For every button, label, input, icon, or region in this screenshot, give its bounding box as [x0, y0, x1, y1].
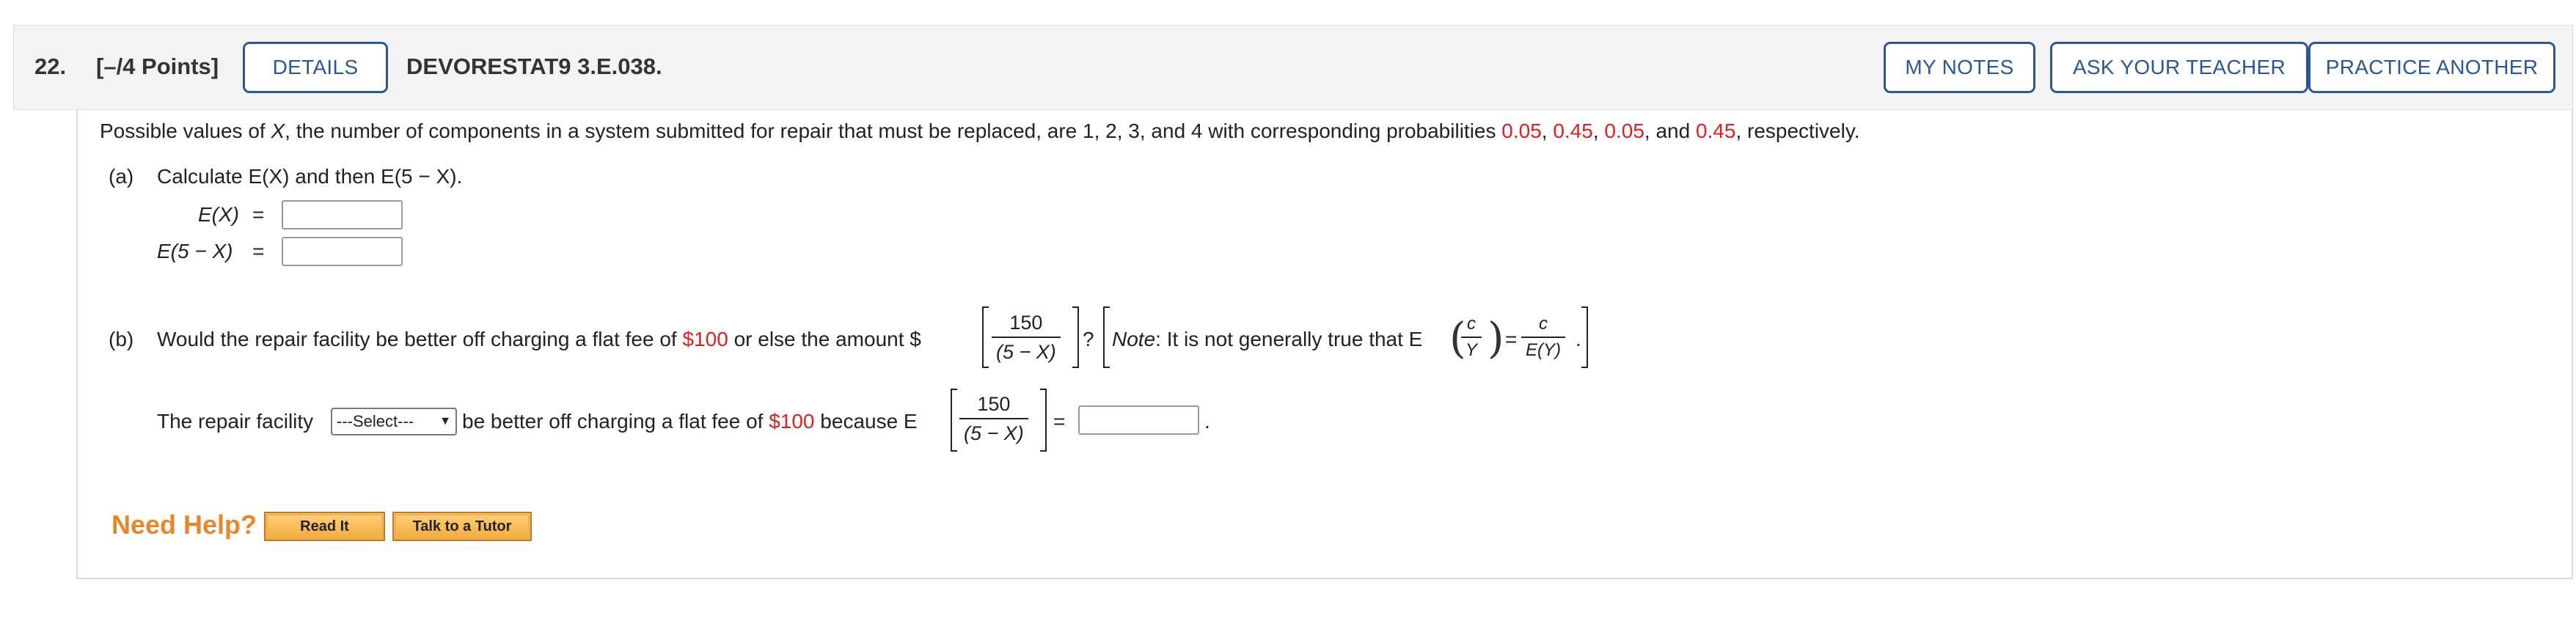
- note-fraction: c Y: [1461, 314, 1482, 361]
- note-left-bracket: [1103, 306, 1110, 368]
- note-right-bracket: [1581, 306, 1588, 368]
- answer-text-2: be better off charging a flat fee of $10…: [462, 409, 918, 434]
- note-rhs-denominator: E(Y): [1526, 340, 1561, 360]
- probability-2: 0.45: [1553, 120, 1593, 142]
- note-denominator: Y: [1466, 340, 1478, 360]
- fraction-bar: [992, 337, 1061, 338]
- note-body: : It is not generally true that E: [1155, 328, 1423, 350]
- note-period: .: [1576, 328, 1581, 350]
- e5x-equals: =: [252, 240, 265, 262]
- chevron-down-icon: ▼: [439, 415, 451, 427]
- note-close-paren: ): [1488, 313, 1504, 363]
- note-equals: =: [1505, 328, 1518, 350]
- note-fraction-bar: [1461, 337, 1482, 338]
- intro-part-2: , the number of components in a system s…: [285, 120, 1502, 142]
- intro-part-1: Possible values of: [100, 120, 271, 142]
- note-rhs-fraction: c E(Y): [1521, 314, 1565, 361]
- read-it-button[interactable]: Read It: [264, 512, 385, 541]
- question-points: [–/4 Points]: [96, 54, 219, 79]
- right-bracket: [1072, 306, 1079, 368]
- better-off-select[interactable]: ---Select--- ▼: [331, 408, 457, 436]
- need-help-label: Need Help?: [111, 510, 257, 540]
- sep-1: ,: [1541, 120, 1554, 142]
- ex-input[interactable]: [282, 200, 403, 229]
- answer-numerator: 150: [977, 393, 1011, 415]
- intro-text: Possible values of X, the number of comp…: [100, 119, 1860, 144]
- answer-part-3: because E: [814, 410, 918, 433]
- e5x-input[interactable]: [282, 237, 403, 266]
- ex-equals: =: [252, 203, 265, 226]
- talk-to-tutor-button[interactable]: Talk to a Tutor: [392, 512, 532, 541]
- practice-another-button[interactable]: PRACTICE ANOTHER: [2308, 42, 2555, 93]
- answer-text-1: The repair facility: [157, 410, 314, 433]
- probability-1: 0.05: [1501, 120, 1542, 142]
- answer-equals: =: [1053, 410, 1066, 433]
- ex-label: E(X): [198, 203, 239, 226]
- answer-left-bracket: [951, 389, 957, 452]
- question-number: 22.: [34, 54, 67, 79]
- select-value: ---Select---: [337, 412, 414, 430]
- part-a-label: (a): [109, 165, 134, 188]
- answer-part-2: be better off charging a flat fee of: [462, 410, 769, 433]
- note-numerator: c: [1467, 314, 1476, 334]
- sep-2: ,: [1592, 120, 1605, 142]
- amount-fraction: 150 (5 − X): [992, 311, 1061, 364]
- part-a-prompt: Calculate E(X) and then E(5 − X).: [157, 165, 463, 188]
- part-b-label: (b): [109, 328, 134, 350]
- probability-4: 0.45: [1695, 120, 1736, 142]
- answer-fraction: 150 (5 − X): [959, 392, 1028, 445]
- answer-period: .: [1204, 410, 1210, 433]
- note-label: Note: [1112, 328, 1156, 350]
- my-notes-button[interactable]: MY NOTES: [1884, 42, 2035, 93]
- flat-fee: $100: [682, 328, 728, 350]
- problem-code: DEVORESTAT9 3.E.038.: [406, 54, 662, 79]
- question-mark: ?: [1083, 328, 1094, 350]
- probability-3: 0.05: [1604, 120, 1644, 142]
- left-bracket: [982, 306, 989, 368]
- answer-fee: $100: [769, 410, 815, 433]
- answer-fraction-bar: [959, 418, 1028, 419]
- ask-teacher-button[interactable]: ASK YOUR TEACHER: [2050, 42, 2308, 93]
- part-b-prompt-1: Would the repair facility be better off …: [157, 328, 683, 350]
- note-rhs-numerator: c: [1539, 314, 1548, 334]
- part-b-prompt: Would the repair facility be better off …: [157, 327, 921, 352]
- details-button[interactable]: DETAILS: [243, 42, 388, 93]
- intro-var-x: X: [271, 120, 285, 142]
- part-b-prompt-2: or else the amount $: [728, 328, 921, 350]
- answer-denominator: (5 − X): [964, 422, 1024, 444]
- note-rhs-bar: [1521, 337, 1565, 338]
- intro-part-3: , respectively.: [1735, 120, 1860, 142]
- answer-right-bracket: [1040, 389, 1047, 452]
- question-header: 22. [–/4 Points] DETAILS DEVORESTAT9 3.E…: [13, 25, 2573, 110]
- amount-numerator: 150: [1009, 312, 1043, 334]
- amount-denominator: (5 − X): [996, 341, 1056, 363]
- e5x-label: E(5 − X): [157, 240, 233, 262]
- sep-3: , and: [1644, 120, 1696, 142]
- note-text: Note: It is not generally true that E: [1112, 327, 1422, 352]
- answer-input[interactable]: [1078, 405, 1199, 435]
